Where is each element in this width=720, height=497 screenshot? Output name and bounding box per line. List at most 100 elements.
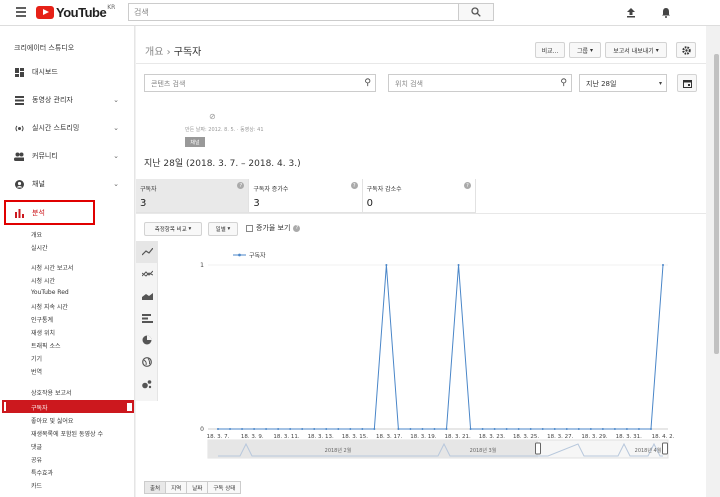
data-point [289, 428, 292, 430]
settings-button[interactable] [676, 42, 696, 58]
sidebar-sub-comments[interactable]: 댓글 [31, 442, 42, 451]
period-label: 지난 28일 [586, 80, 617, 88]
x-tick-label: 18. 3. 7. [207, 434, 230, 440]
line-chart-icon[interactable] [136, 241, 158, 263]
sidebar-sub-traffic-sources[interactable]: 트래픽 소스 [31, 341, 61, 350]
data-point [217, 428, 219, 430]
sidebar-item-community[interactable]: 커뮤니티 ⌄ [0, 148, 134, 164]
sidebar-sub-likes-dislikes[interactable]: 좋아요 및 싫어요 [31, 416, 73, 425]
x-tick-label: 18. 3. 31. [616, 434, 642, 440]
menu-icon[interactable] [16, 7, 26, 17]
sidebar-sub-overview[interactable]: 개요 [31, 230, 42, 239]
interval-dropdown[interactable]: 일별 ▾ [208, 222, 238, 236]
metric-value: 3 [140, 198, 147, 209]
location-search-input[interactable]: 위치 검색 ⚲ [388, 74, 572, 92]
tab-source[interactable]: 출처 [144, 481, 167, 494]
scrollbar-thumb[interactable] [714, 54, 719, 354]
navigator-handle[interactable] [662, 442, 668, 455]
live-stream-icon [14, 123, 24, 133]
sidebar-sub-realtime[interactable]: 실시간 [31, 243, 48, 252]
export-button-label: 보고서 내보내기 [613, 47, 654, 55]
sidebar-sub-watch-time[interactable]: 시청 시간 [31, 276, 55, 285]
sidebar-sub-subscribers[interactable]: 구독자 [31, 403, 48, 412]
data-point [313, 428, 316, 430]
metric-label: 구독자 [140, 186, 157, 193]
sidebar-sub-demographics[interactable]: 인구통계 [31, 315, 53, 324]
tab-label: 구독 상태 [213, 485, 236, 492]
x-tick-label: 18. 4. 2. [652, 434, 675, 440]
sidebar-sub-cards[interactable]: 카드 [31, 481, 42, 490]
metric-value: 0 [366, 198, 374, 209]
cumulative-toggle[interactable]: 증가율 보기 ? [246, 223, 301, 233]
chevron-down-icon[interactable]: ⌄ [113, 152, 119, 160]
date-range: 지난 28일 (2018. 3. 7. – 2018. 4. 3.) [144, 159, 301, 169]
multi-line-chart-icon[interactable] [136, 263, 158, 285]
bar-chart-icon[interactable] [136, 307, 158, 329]
metric-label: 구독자 감소수 [366, 186, 402, 193]
search-input[interactable]: 검색 [128, 3, 458, 21]
tab-subscription-status[interactable]: 구독 상태 [207, 481, 242, 494]
content-search-input[interactable]: 콘텐츠 검색 ⚲ [144, 74, 376, 92]
period-select[interactable]: 지난 28일 ▾ [579, 74, 667, 92]
sidebar-sub-playback-locations[interactable]: 재생 위치 [31, 328, 55, 337]
logo-region: KR [107, 4, 116, 11]
compare-button[interactable]: 비교... [535, 42, 565, 58]
sidebar-item-label: 커뮤니티 [32, 152, 58, 160]
sidebar-sub-translations[interactable]: 번역 [31, 367, 42, 376]
data-point [337, 428, 340, 430]
x-tick-label: 18. 3. 9. [241, 434, 264, 440]
community-icon [14, 151, 24, 161]
sidebar-sub-annotations[interactable]: 특수효과 [31, 468, 53, 477]
metric-subscribers-gained[interactable]: 구독자 증가수 3 ? [249, 179, 363, 213]
chevron-down-icon[interactable]: ⌄ [113, 124, 119, 132]
sidebar-sub-audience-retention[interactable]: 시청 지속 시간 [31, 302, 68, 311]
export-report-button[interactable]: 보고서 내보내기 ▾ [605, 42, 667, 58]
notifications-icon[interactable] [659, 5, 673, 19]
tab-geography[interactable]: 지역 [165, 481, 188, 494]
chart-type-toolbar [136, 241, 158, 401]
data-point [253, 428, 256, 430]
x-tick-label: 18. 3. 27. [547, 434, 573, 440]
help-icon[interactable]: ? [350, 182, 358, 189]
sidebar-sub-interaction-report[interactable]: 상호작용 보고서 [31, 388, 72, 397]
data-point [265, 428, 268, 430]
sidebar-sub-watch-time-report[interactable]: 시청 시간 보고서 [31, 263, 73, 272]
sidebar-item-channel[interactable]: 채널 ⌄ [0, 176, 134, 192]
chevron-down-icon[interactable]: ⌄ [113, 180, 119, 188]
calendar-button[interactable] [677, 74, 697, 92]
compare-button-label: 비교... [541, 47, 559, 55]
dropdown-arrow-icon: ▾ [589, 46, 593, 54]
compare-metric-dropdown[interactable]: 측정항목 비교 ▾ [144, 222, 202, 236]
sidebar-item-video-manager[interactable]: 동영상 관리자 ⌄ [0, 92, 134, 108]
data-point [481, 428, 484, 430]
map-chart-icon[interactable] [136, 351, 158, 373]
metric-subscribers[interactable]: 구독자 3 ? [136, 179, 250, 213]
selection-marker [4, 402, 6, 411]
sidebar-sub-sharing[interactable]: 공유 [31, 455, 42, 464]
pie-chart-icon[interactable] [136, 329, 158, 351]
sidebar-sub-youtube-red[interactable]: YouTube Red [31, 289, 69, 296]
sidebar-item-live-streaming[interactable]: 실시간 스트리밍 ⌄ [0, 120, 134, 136]
tab-date[interactable]: 날짜 [186, 481, 209, 494]
metric-value: 3 [253, 198, 260, 209]
youtube-logo[interactable]: YouTube KR [36, 4, 116, 20]
search-button[interactable] [458, 3, 494, 21]
page-scrollbar[interactable] [713, 26, 720, 497]
navigator-handle[interactable] [535, 442, 541, 455]
breadcrumb-parent[interactable]: 개요 [145, 47, 163, 58]
sidebar-sub-subscribers-selected[interactable] [2, 400, 134, 413]
metric-subscribers-lost[interactable]: 구독자 감소수 0 ? [362, 179, 476, 213]
sidebar-sub-videos-in-playlists[interactable]: 재생목록에 포함된 동영상 수 [31, 429, 103, 438]
area-chart-icon[interactable] [136, 285, 158, 307]
tab-label: 날짜 [192, 485, 203, 492]
help-icon[interactable]: ? [463, 182, 471, 189]
series-line [218, 264, 664, 430]
group-button[interactable]: 그룹 ▾ [569, 42, 601, 58]
upload-icon[interactable] [624, 5, 638, 19]
bubble-chart-icon[interactable] [136, 373, 158, 395]
sidebar-sub-devices[interactable]: 기기 [31, 354, 42, 363]
sidebar-item-dashboard[interactable]: 대시보드 [0, 64, 134, 80]
chevron-down-icon[interactable]: ⌄ [113, 96, 119, 104]
cumulative-checkbox[interactable] [246, 224, 253, 232]
help-icon[interactable]: ? [293, 224, 301, 232]
